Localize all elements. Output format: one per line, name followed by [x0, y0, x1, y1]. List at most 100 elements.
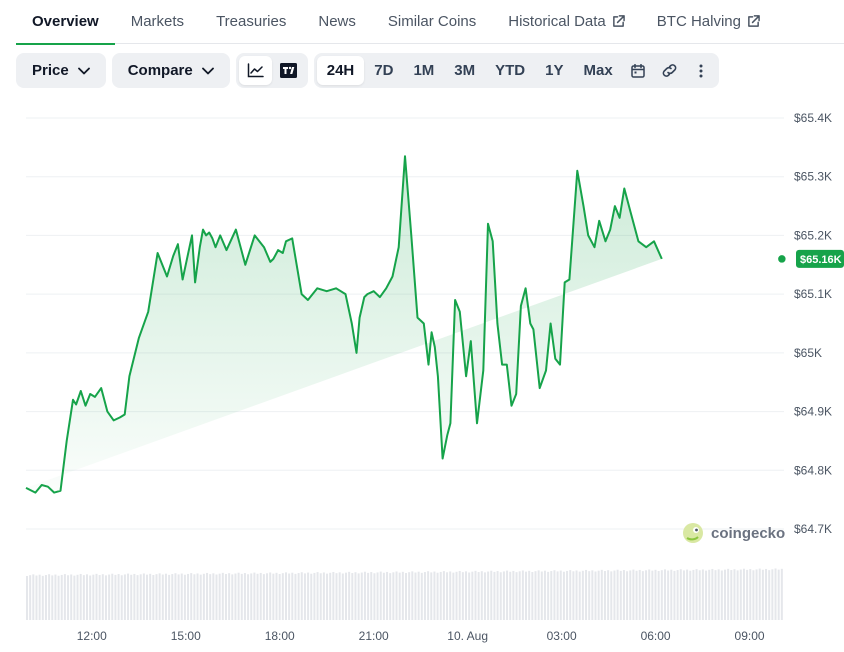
compare-dropdown-label: Compare: [127, 62, 193, 79]
volume-bar: [657, 571, 660, 620]
volume-bar: [682, 570, 685, 620]
volume-bar: [597, 570, 600, 620]
volume-bar: [136, 575, 139, 620]
volume-bar: [452, 572, 455, 620]
volume-bar: [73, 575, 76, 620]
volume-bar: [534, 571, 537, 620]
volume-bar: [547, 571, 550, 620]
volume-bar: [127, 573, 130, 620]
price-dropdown[interactable]: Price: [16, 53, 106, 88]
volume-bar: [645, 570, 648, 620]
tab-overview[interactable]: Overview: [16, 0, 115, 45]
volume-bar: [749, 569, 752, 620]
volume-bar: [92, 574, 95, 620]
volume-bar: [449, 571, 452, 620]
volume-bar: [370, 572, 373, 620]
volume-bar: [123, 574, 126, 620]
range-1m-button[interactable]: 1M: [403, 56, 444, 85]
volume-bar: [224, 574, 227, 620]
volume-bar: [275, 572, 278, 620]
volume-bar: [670, 569, 673, 620]
volume-bar: [272, 573, 275, 620]
volume-bar: [297, 573, 300, 620]
volume-bar: [281, 573, 284, 620]
volume-bar: [108, 574, 111, 620]
range-ytd-button[interactable]: YTD: [485, 56, 535, 85]
volume-bar: [288, 573, 291, 620]
volume-bar: [768, 570, 771, 620]
volume-bar: [104, 575, 107, 620]
volume-bar: [525, 571, 528, 620]
volume-bar: [610, 571, 613, 620]
tab-news[interactable]: News: [318, 0, 356, 44]
share-link-button[interactable]: [653, 56, 686, 85]
volume-bar: [720, 570, 723, 620]
volume-bar: [174, 573, 177, 620]
y-tick-label: $64.8K: [794, 463, 832, 477]
volume-bar: [190, 573, 193, 620]
range-7d-button[interactable]: 7D: [364, 56, 403, 85]
volume-bar: [752, 570, 755, 620]
volume-bar: [401, 571, 404, 620]
volume-bar: [518, 571, 521, 620]
tab-similar-coins[interactable]: Similar Coins: [388, 0, 476, 44]
volume-bar: [477, 572, 480, 620]
volume-bar: [626, 571, 629, 620]
volume-bar: [57, 575, 60, 620]
x-tick-label: 09:00: [735, 629, 765, 643]
volume-bar: [727, 568, 730, 620]
more-options-button[interactable]: [686, 56, 716, 85]
volume-bar: [496, 571, 499, 620]
volume-bar: [578, 571, 581, 620]
range-max-button[interactable]: Max: [574, 56, 623, 85]
tab-historical-data[interactable]: Historical Data: [508, 0, 625, 44]
y-tick-label: $64.9K: [794, 405, 832, 419]
tab-markets[interactable]: Markets: [131, 0, 184, 44]
volume-bar: [765, 568, 768, 620]
volume-bar: [193, 574, 196, 620]
volume-bar: [168, 574, 171, 620]
volume-bar: [717, 569, 720, 620]
volume-bar: [26, 576, 28, 620]
volume-bar: [303, 573, 306, 620]
volume-bar: [250, 573, 253, 620]
price-chart[interactable]: $64.7K $64.8K $64.9K $65K $65.1K $65.2K $65.3K…: [0, 100, 844, 652]
date-range-button[interactable]: [623, 56, 653, 85]
volume-bar: [234, 573, 237, 620]
volume-bar: [758, 568, 761, 620]
range-3m-button[interactable]: 3M: [444, 56, 485, 85]
volume-bar: [600, 569, 603, 620]
external-link-icon: [748, 15, 760, 27]
volume-bar: [474, 570, 477, 620]
volume-bar: [468, 572, 471, 620]
y-tick-label: $65.3K: [794, 170, 832, 184]
volume-bar: [363, 571, 366, 620]
volume-bar: [458, 570, 461, 620]
volume-bar: [616, 569, 619, 620]
volume-bar: [367, 572, 370, 620]
volume-bar: [386, 571, 389, 620]
volume-bar: [48, 574, 51, 620]
volume-bar: [89, 575, 92, 620]
tab-btc-halving[interactable]: BTC Halving: [657, 0, 760, 44]
volume-bar: [262, 574, 265, 620]
compare-dropdown[interactable]: Compare: [111, 53, 230, 88]
range-24h-button[interactable]: 24H: [316, 56, 365, 85]
volume-bar: [777, 569, 780, 620]
tradingview-button[interactable]: [272, 56, 305, 85]
line-chart-button[interactable]: [238, 56, 272, 85]
tab-treasuries[interactable]: Treasuries: [216, 0, 286, 44]
volume-bar: [629, 570, 632, 620]
volume-bar: [692, 569, 695, 620]
volume-bar: [553, 570, 556, 620]
volume-bar: [196, 573, 199, 620]
volume-bar: [161, 574, 164, 620]
volume-bar: [742, 568, 745, 620]
tab-overview-label: Overview: [32, 13, 99, 30]
volume-bar: [515, 572, 518, 620]
volume-bar: [502, 571, 505, 620]
volume-bar: [471, 571, 474, 620]
volume-bar: [591, 570, 594, 620]
volume-bar: [133, 573, 136, 620]
range-1y-button[interactable]: 1Y: [535, 56, 573, 85]
